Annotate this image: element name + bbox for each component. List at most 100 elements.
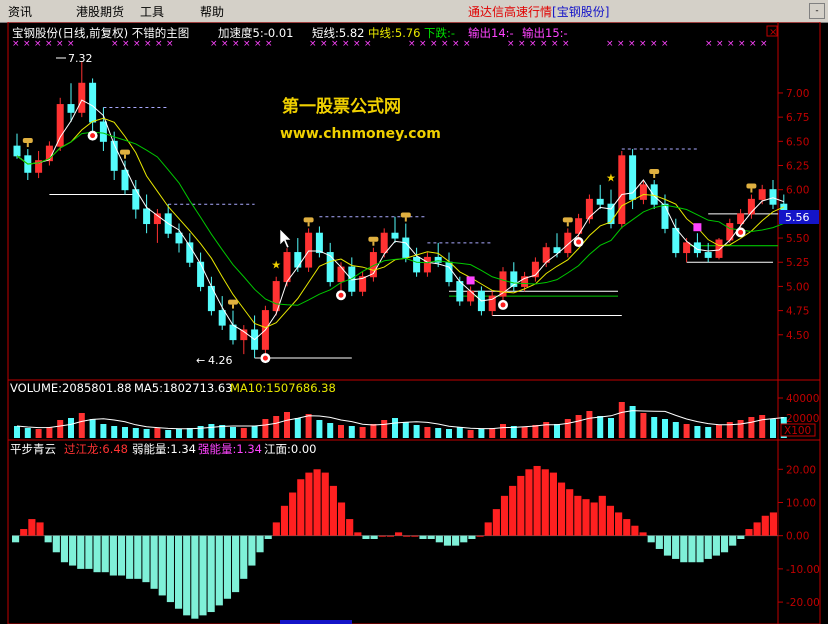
minimize-button[interactable]: - (809, 3, 825, 19)
volume-bar (230, 427, 236, 438)
volume-bar (554, 424, 560, 438)
indicator-bar (12, 535, 20, 543)
mushroom-icon-stem (404, 217, 407, 222)
volume-bar (478, 429, 485, 438)
menu-bar: 资讯 港股期货 工具 帮助 通达信高速行情[宝钢股份] - (0, 0, 828, 23)
signal-mark: × (320, 39, 328, 49)
volume-bar (618, 402, 625, 438)
indicator-line4: 江面:0.00 (264, 442, 316, 456)
indicator-bar (232, 535, 240, 593)
volume-bar (662, 419, 668, 438)
signal-mark: × (507, 39, 515, 49)
runner-icon: ★ (271, 259, 281, 272)
volume-bar (597, 416, 604, 438)
volume-bar (68, 418, 74, 438)
indicator-bar (150, 535, 158, 589)
menu-item-hk-futures[interactable]: 港股期货 (76, 3, 124, 20)
pink-signal-icon (693, 223, 702, 232)
indicator-bar (329, 485, 337, 536)
menu-item-tools[interactable]: 工具 (140, 3, 164, 20)
indicator-bar (582, 499, 590, 536)
mushroom-icon (120, 149, 130, 155)
buy-signal-icon-center (338, 292, 344, 298)
volume-bar (651, 417, 658, 438)
indicator-line2: 弱能量:1.34 (132, 442, 196, 456)
volume-bar (78, 413, 85, 438)
indicator-bar (500, 495, 509, 536)
signal-mark: × (353, 39, 361, 49)
signal-mark: × (342, 39, 350, 49)
indicator-bar (52, 535, 60, 553)
volume-bar (413, 425, 420, 438)
indicator-bar (126, 535, 134, 579)
signal-mark: × (254, 39, 262, 49)
candle-body (315, 232, 323, 254)
mushroom-icon (400, 212, 411, 218)
indicator-bar (44, 535, 52, 543)
candle-body (618, 155, 626, 225)
mid-line-label: 中线:5.76 (368, 26, 420, 40)
app-title-stock: [宝钢股份] (552, 5, 610, 19)
signal-marks-row: × × × × × × × × × × × × × × × × × × × × × × × × × × × × × × × × × × × × × × × ×… (12, 39, 768, 49)
indicator-bar (411, 535, 419, 537)
candle-body (683, 242, 691, 254)
indicator-bar (476, 535, 484, 537)
signal-mark: × (155, 39, 163, 49)
volume-bar (759, 415, 766, 438)
menu-item-news[interactable]: 资讯 (8, 3, 32, 20)
candle-body (143, 208, 151, 225)
indicator-bar (264, 535, 272, 539)
volume-bar (672, 422, 679, 438)
signal-mark: × (166, 39, 174, 49)
horizontal-scrollbar[interactable] (280, 620, 352, 624)
indicator-bar (386, 535, 394, 537)
volume-bar (316, 420, 323, 438)
indicator-bar (403, 535, 411, 537)
signal-mark: × (408, 39, 416, 49)
short-line-label: 短线:5.82 (312, 26, 364, 40)
volume-scale-label: X100 (784, 425, 811, 437)
price-tick-label: 6.00 (786, 185, 809, 197)
signal-mark: × (705, 39, 713, 49)
volume-bar (89, 419, 96, 438)
volume-bar (737, 420, 744, 438)
indicator-line3: 强能量:1.34 (198, 442, 262, 456)
indicator-line1: 过江龙:6.48 (64, 442, 128, 456)
indicator-bar (305, 472, 313, 536)
indicator-bar (574, 495, 582, 536)
signal-mark: × (441, 39, 449, 49)
stock-chart[interactable]: 宝钢股份(日线,前复权) 不错的主图 加速度5:-0.01 短线:5.82 中线… (0, 22, 828, 624)
indicator-tick-label: 0.00 (786, 531, 809, 543)
signal-mark: × (232, 39, 240, 49)
indicator-bar (256, 535, 264, 553)
indicator-bar (443, 535, 452, 546)
ma-line (16, 117, 785, 329)
indicator-bar (729, 535, 737, 546)
volume-bar (305, 414, 312, 438)
signal-mark: × (210, 39, 218, 49)
volume-bar (586, 411, 593, 438)
indicator-bar (615, 512, 623, 536)
indicator-tick-label: 20.00 (786, 464, 816, 476)
chart-frame (7, 22, 821, 624)
signal-mark: × (551, 39, 559, 49)
candle-body (218, 310, 226, 326)
signal-mark: × (309, 39, 317, 49)
indicator-bar (672, 535, 680, 559)
signal-mark: × (661, 39, 669, 49)
candle-body (229, 324, 237, 341)
signal-mark: × (45, 39, 53, 49)
indicator-bars (12, 465, 777, 619)
high-price-label: 7.32 (68, 52, 93, 65)
indicator-name: 平步青云 (10, 442, 56, 456)
indicator-bar (183, 535, 191, 616)
candle-body (758, 189, 766, 200)
indicator-bar (28, 519, 36, 536)
price-tick-label: 5.25 (786, 257, 809, 269)
close-icon[interactable]: × (769, 27, 777, 38)
indicator-bar (207, 535, 215, 613)
indicator-bar (60, 535, 69, 563)
indicator-bar (769, 512, 777, 536)
buy-signal-icon-center (738, 229, 744, 235)
menu-item-help[interactable]: 帮助 (200, 3, 224, 20)
